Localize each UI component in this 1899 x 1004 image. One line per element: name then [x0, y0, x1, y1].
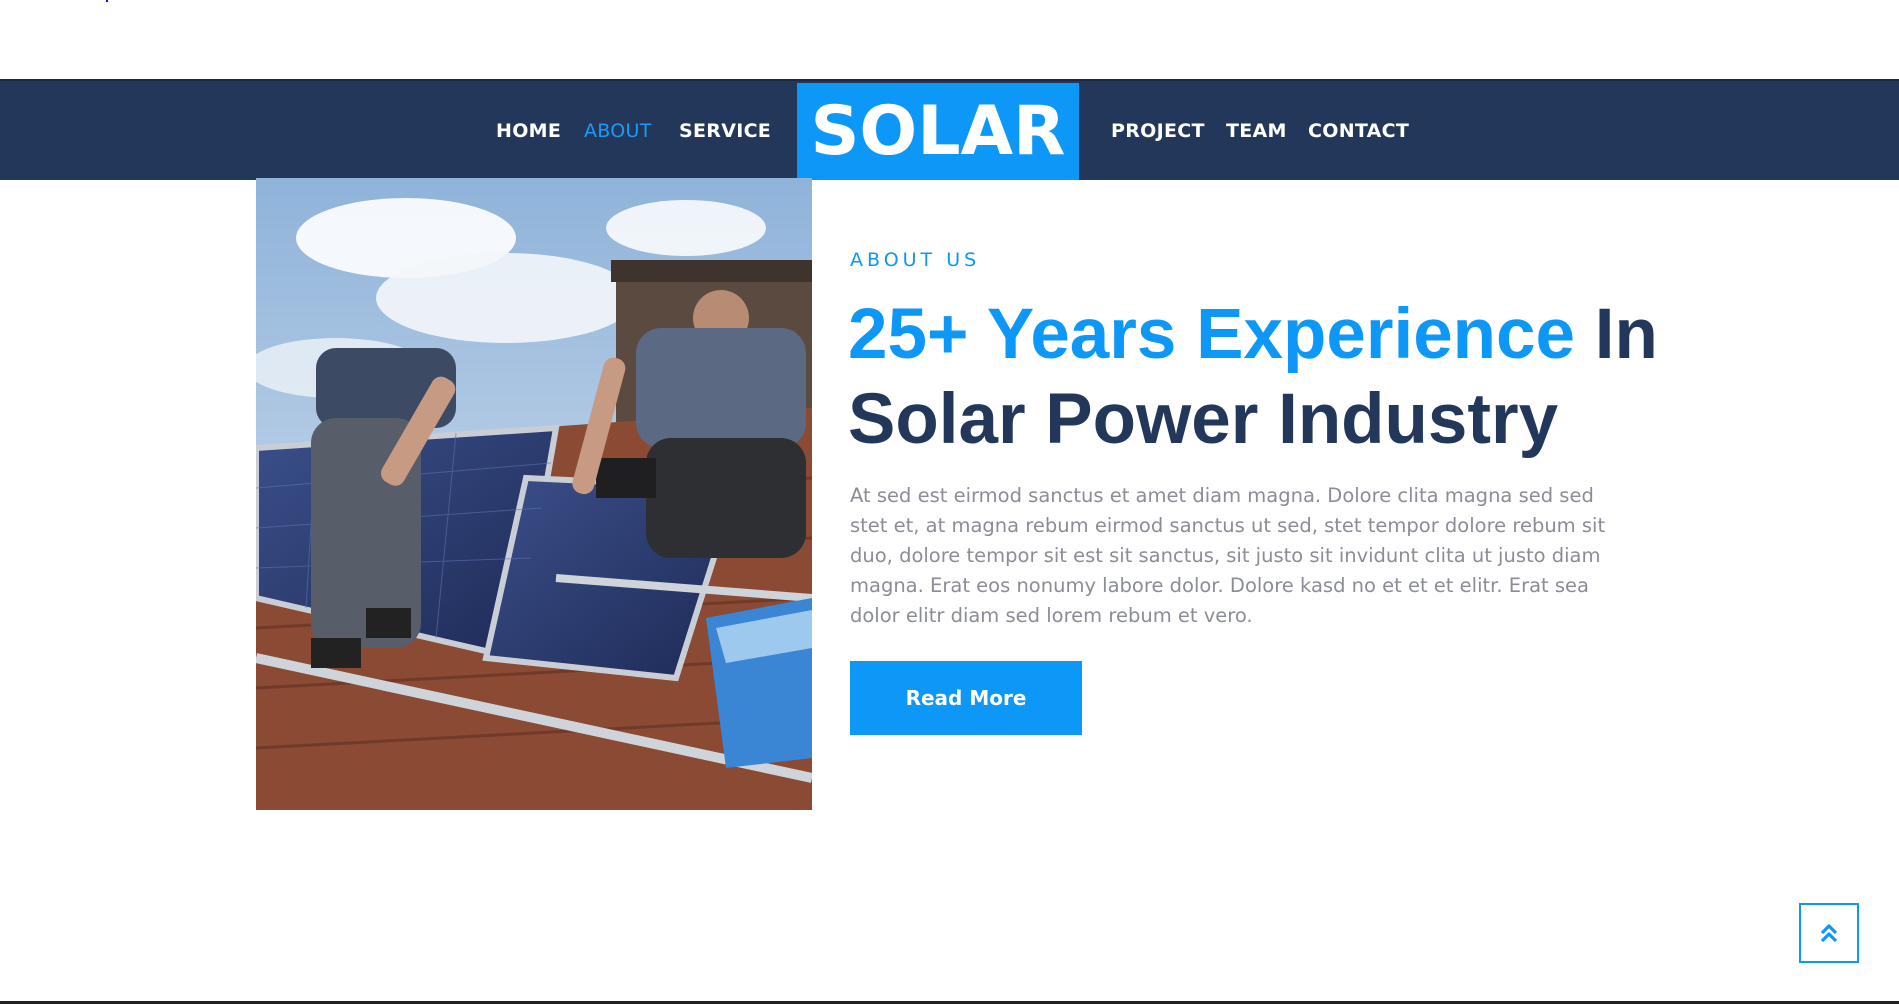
about-description: At sed est eirmod sanctus et amet diam m…	[850, 484, 1606, 627]
back-to-top-button[interactable]	[1799, 903, 1859, 963]
brand-logo[interactable]: SOLAR	[797, 83, 1079, 180]
read-more-button[interactable]: Read More	[850, 661, 1082, 735]
nav-team[interactable]: TEAM	[1226, 121, 1287, 141]
nav-about[interactable]: ABOUT	[584, 121, 652, 141]
corner-dot	[106, 0, 108, 2]
headline-accent: 25+ Years Experience	[848, 295, 1576, 374]
nav-project[interactable]: PROJECT	[1111, 121, 1205, 141]
nav-contact[interactable]: CONTACT	[1308, 121, 1409, 141]
nav-service[interactable]: SERVICE	[679, 121, 771, 141]
solar-installation-photo	[256, 178, 812, 810]
nav-home[interactable]: HOME	[496, 121, 561, 141]
main-navbar: HOME ABOUT SERVICE SOLAR PROJECT TEAM CO…	[0, 79, 1899, 180]
page-title: 25+ Years Experience In Solar Power Indu…	[848, 292, 1668, 462]
double-chevron-up-icon	[1820, 924, 1838, 943]
section-eyebrow: ABOUT US	[850, 249, 981, 271]
